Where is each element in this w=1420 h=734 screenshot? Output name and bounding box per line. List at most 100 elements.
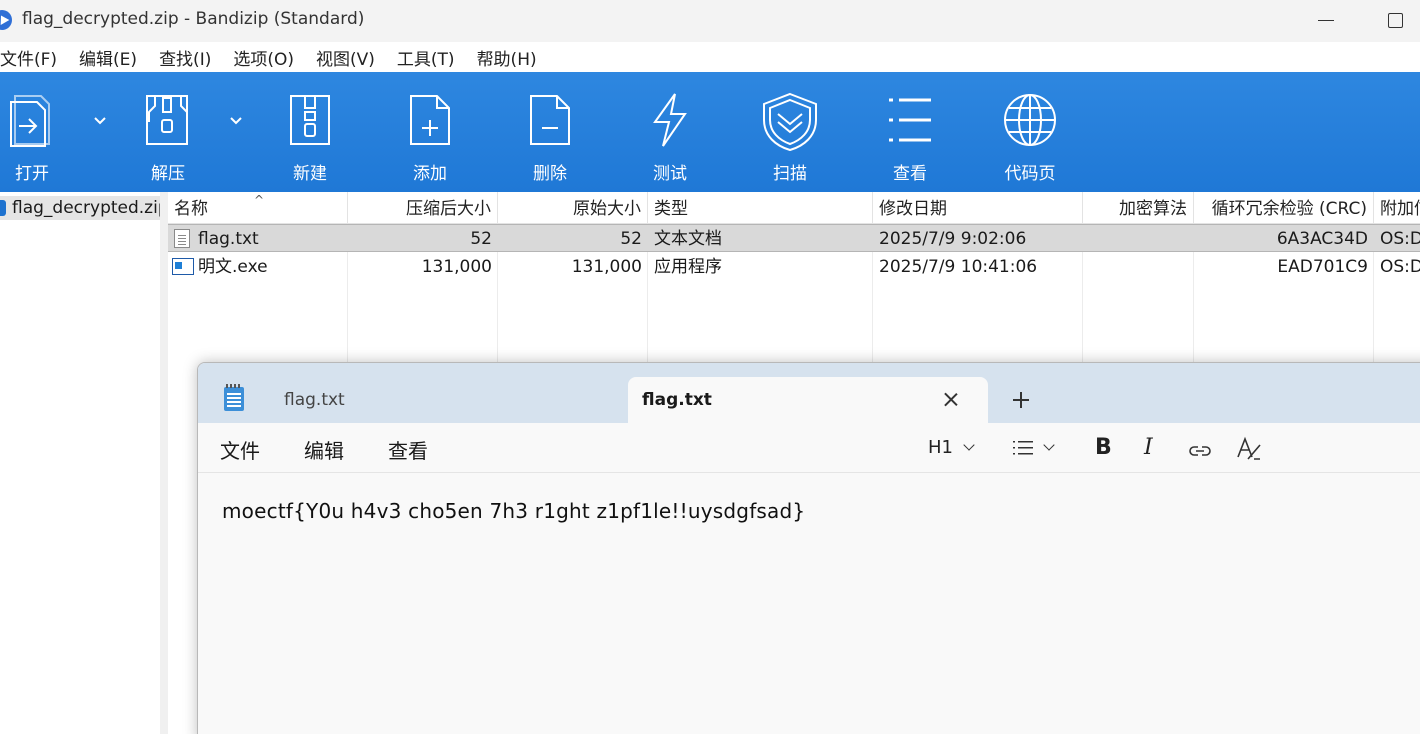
column-type[interactable]: 类型 <box>648 192 873 224</box>
scan-button[interactable]: 扫描 <box>740 72 840 192</box>
italic-button[interactable]: I <box>1144 434 1153 462</box>
tab-flag-txt-active[interactable]: flag.txt <box>628 377 988 423</box>
original-size-cell: 52 <box>620 229 642 249</box>
menu-help[interactable]: 帮助(H) <box>466 45 548 70</box>
sort-ascending-icon: ^ <box>254 193 265 207</box>
chevron-down-icon <box>963 439 975 451</box>
notepad-window: flag.txt flag.txt 文件 编辑 查看 H1 B I moectf… <box>197 362 1420 734</box>
link-icon[interactable] <box>1188 437 1212 465</box>
open-label: 打开 <box>15 164 49 184</box>
type-cell: 文本文档 <box>654 229 722 249</box>
list-view-icon <box>889 98 931 142</box>
view-label: 查看 <box>893 164 927 184</box>
menu-edit[interactable]: 编辑(E) <box>68 45 148 70</box>
column-modified[interactable]: 修改日期 <box>873 192 1083 224</box>
folder-tree-pane: flag_decrypted.zip <box>0 192 162 734</box>
column-encryption[interactable]: 加密算法 <box>1083 192 1194 224</box>
extract-dropdown-chevron-icon[interactable] <box>228 112 244 128</box>
minimize-button[interactable] <box>1306 6 1346 34</box>
extract-button[interactable]: 解压 <box>118 72 218 192</box>
new-archive-icon <box>290 95 330 145</box>
open-button[interactable]: 打开 <box>0 72 82 192</box>
delete-file-icon <box>530 95 570 145</box>
menu-options[interactable]: 选项(O) <box>222 45 305 70</box>
test-button[interactable]: 测试 <box>620 72 720 192</box>
new-archive-button[interactable]: 新建 <box>260 72 360 192</box>
tree-item-archive[interactable]: flag_decrypted.zip <box>0 196 162 220</box>
menu-bar: 文件(F) 编辑(E) 查找(I) 选项(O) 视图(V) 工具(T) 帮助(H… <box>0 42 1420 72</box>
tree-item-label: flag_decrypted.zip <box>12 198 162 218</box>
modified-cell: 2025/7/9 9:02:06 <box>879 229 1027 249</box>
type-cell: 应用程序 <box>654 257 722 277</box>
lightning-icon <box>653 93 687 147</box>
menu-tools[interactable]: 工具(T) <box>386 45 466 70</box>
pane-splitter[interactable] <box>160 192 168 734</box>
menu-view[interactable]: 视图(V) <box>305 45 386 70</box>
encryption-cell <box>1083 225 1194 253</box>
scan-label: 扫描 <box>773 164 807 184</box>
encryption-cell <box>1083 253 1194 281</box>
window-title: flag_decrypted.zip - Bandizip (Standard) <box>22 9 365 29</box>
test-label: 测试 <box>653 164 687 184</box>
bold-button[interactable]: B <box>1095 434 1112 462</box>
notepad-menu-file[interactable]: 文件 <box>220 435 260 464</box>
extra-cell: OS:DOS <box>1380 257 1420 277</box>
delete-label: 删除 <box>533 164 567 184</box>
heading-dropdown[interactable]: H1 <box>928 434 975 462</box>
list-header: ^ 名称 压缩后大小 原始大小 类型 修改日期 加密算法 循环冗余检验 (CRC… <box>168 192 1420 224</box>
column-name[interactable]: ^ 名称 <box>168 192 348 224</box>
original-size-cell: 131,000 <box>571 257 642 277</box>
tab-label: flag.txt <box>642 390 712 410</box>
new-archive-label: 新建 <box>293 164 327 184</box>
compressed-size-cell: 52 <box>470 229 492 249</box>
modified-cell: 2025/7/9 10:41:06 <box>879 257 1038 277</box>
toolbar: 打开 解压 新建 添加 删除 测试 扫描 查看 代码页 <box>0 72 1420 192</box>
extra-cell: OS:DOS <box>1380 229 1420 249</box>
view-button[interactable]: 查看 <box>860 72 960 192</box>
menu-file[interactable]: 文件(F) <box>0 45 68 70</box>
extract-icon <box>146 95 188 145</box>
open-dropdown-chevron-icon[interactable] <box>92 112 108 128</box>
column-extra[interactable]: 附加信息 <box>1374 192 1420 224</box>
maximize-button[interactable] <box>1374 6 1414 34</box>
tab-flag-txt-inactive[interactable]: flag.txt <box>264 377 624 423</box>
column-crc[interactable]: 循环冗余检验 (CRC) <box>1194 192 1374 224</box>
notepad-menu-view[interactable]: 查看 <box>388 435 428 464</box>
table-row[interactable]: 明文.exe 131,000 131,000 应用程序 2025/7/9 10:… <box>168 253 1420 281</box>
column-compressed-size[interactable]: 压缩后大小 <box>348 192 498 224</box>
heading-label: H1 <box>928 437 953 458</box>
notepad-tab-bar: flag.txt flag.txt <box>198 363 1420 423</box>
clear-formatting-icon[interactable] <box>1236 435 1262 463</box>
notepad-menu-edit[interactable]: 编辑 <box>304 435 344 464</box>
archive-icon <box>0 200 6 216</box>
notepad-app-icon <box>224 384 244 411</box>
new-tab-plus-icon[interactable] <box>1010 389 1032 411</box>
delete-button[interactable]: 删除 <box>500 72 600 192</box>
bandizip-logo-icon <box>0 10 12 30</box>
exe-file-icon <box>172 258 194 275</box>
file-name-cell: flag.txt <box>168 225 348 253</box>
chevron-down-icon <box>1043 439 1055 451</box>
codepage-button[interactable]: 代码页 <box>980 72 1080 192</box>
file-name-cell: 明文.exe <box>168 253 348 281</box>
compressed-size-cell: 131,000 <box>421 257 492 277</box>
extract-label: 解压 <box>151 164 185 184</box>
crc-cell: 6A3AC34D <box>1276 229 1368 249</box>
add-button[interactable]: 添加 <box>380 72 480 192</box>
globe-icon <box>1004 94 1056 146</box>
table-row[interactable]: flag.txt 52 52 文本文档 2025/7/9 9:02:06 6A3… <box>168 224 1420 252</box>
menu-find[interactable]: 查找(I) <box>148 45 222 70</box>
column-original-size[interactable]: 原始大小 <box>498 192 648 224</box>
text-file-icon <box>174 229 190 248</box>
codepage-label: 代码页 <box>1004 164 1056 184</box>
add-label: 添加 <box>413 164 447 184</box>
notepad-menu-bar: 文件 编辑 查看 H1 B I <box>198 423 1420 473</box>
close-tab-icon[interactable] <box>940 389 962 411</box>
shield-icon <box>763 92 817 152</box>
add-file-icon <box>410 95 450 145</box>
title-bar: flag_decrypted.zip - Bandizip (Standard) <box>0 0 1420 42</box>
crc-cell: EAD701C9 <box>1277 257 1368 277</box>
bullet-list-icon <box>1013 441 1033 455</box>
list-dropdown[interactable] <box>1013 434 1055 462</box>
text-editor-content[interactable]: moectf{Y0u h4v3 cho5en 7h3 r1ght z1pf1le… <box>222 499 805 523</box>
